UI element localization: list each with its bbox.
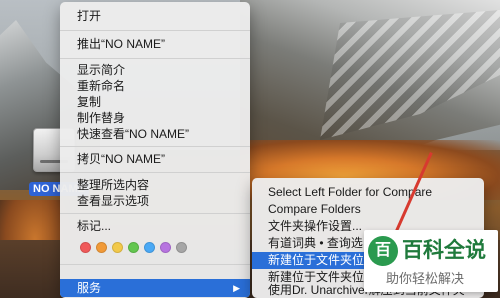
menu-separator [60,264,250,265]
tag-dot-yellow[interactable] [112,242,123,253]
watermark-logo-icon: 百 [368,236,398,266]
menu-separator [60,146,250,147]
tag-dot-blue[interactable] [144,242,155,253]
watermark-title: 百科全说 [402,239,486,262]
tag-dot-purple[interactable] [160,242,171,253]
tag-color-dots [80,242,187,254]
menu-item-services-label: 服务 [77,281,102,295]
context-menu: 打开 推出“NO NAME” 显示简介 重新命名 复制 制作替身 快速查看“NO… [60,2,250,298]
watermark-subtitle: 助你轻松解决 [386,271,465,286]
menu-separator [60,213,250,214]
menu-item-clean-up-selection[interactable]: 整理所选内容 [60,177,250,194]
watermark-badge: 百 百科全说 助你轻松解决 [364,230,498,292]
menu-item-tags[interactable]: 标记... [60,218,250,235]
menu-separator [60,172,250,173]
tag-dot-green[interactable] [128,242,139,253]
submenu-item-select-left-folder[interactable]: Select Left Folder for Compare [252,184,484,201]
submenu-arrow-icon: ▶ [233,283,240,293]
tag-dot-orange[interactable] [96,242,107,253]
menu-item-copy[interactable]: 拷贝“NO NAME” [60,151,250,168]
menu-item-duplicate[interactable]: 复制 [60,94,250,111]
menu-item-rename[interactable]: 重新命名 [60,78,250,95]
menu-item-show-view-options[interactable]: 查看显示选项 [60,193,250,210]
menu-item-quick-look[interactable]: 快速查看“NO NAME” [60,126,250,143]
menu-item-get-info[interactable]: 显示简介 [60,62,250,79]
menu-item-eject[interactable]: 推出“NO NAME” [60,36,250,53]
tag-dot-gray[interactable] [176,242,187,253]
tag-dot-red[interactable] [80,242,91,253]
menu-item-services[interactable]: 服务 ▶ [60,279,250,297]
menu-item-make-alias[interactable]: 制作替身 [60,110,250,127]
menu-separator [60,58,250,59]
menu-item-open[interactable]: 打开 [60,8,250,25]
menu-separator [60,30,250,31]
submenu-item-compare-folders[interactable]: Compare Folders [252,201,484,218]
